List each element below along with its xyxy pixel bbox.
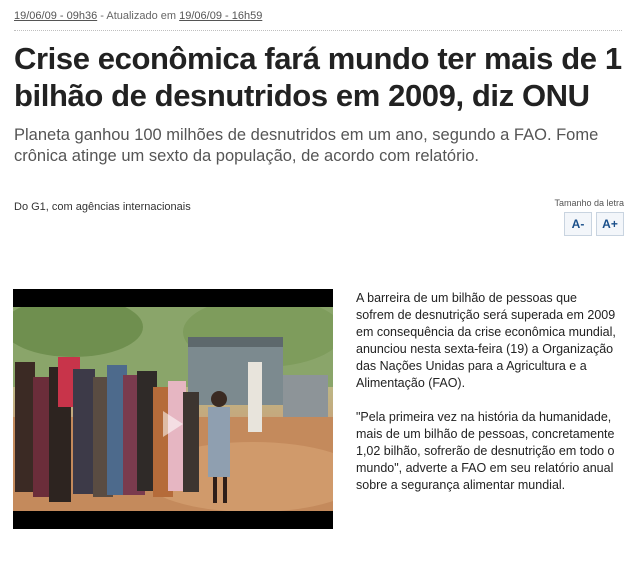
font-size-control: Tamanho da letra A- A+ <box>544 198 624 236</box>
article-paragraph-2: "Pela primeira vez na história da humani… <box>356 410 615 492</box>
video-thumbnail <box>13 307 333 511</box>
updated-label: Atualizado em <box>106 10 180 22</box>
article-meta: 19/06/09 - 09h36 - Atualizado em 19/06/0… <box>14 10 262 22</box>
font-size-label: Tamanho da letra <box>554 198 624 208</box>
play-icon[interactable] <box>163 411 183 437</box>
video-scene <box>13 307 333 511</box>
headline: Crise econômica fará mundo ter mais de 1… <box>14 41 622 113</box>
decrease-font-button[interactable]: A- <box>564 212 592 236</box>
meta-separator: - <box>97 10 107 22</box>
article-paragraph-1: A barreira de um bilhão de pessoas que s… <box>356 291 616 390</box>
article-body: A barreira de um bilhão de pessoas que s… <box>356 290 618 511</box>
updated-timestamp[interactable]: 19/06/09 - 16h59 <box>179 10 262 22</box>
subheadline: Planeta ganhou 100 milhões de desnutrido… <box>14 126 599 165</box>
byline: Do G1, com agências internacionais <box>14 201 191 213</box>
video-player[interactable] <box>13 289 333 529</box>
meta-divider <box>14 30 622 31</box>
increase-font-button[interactable]: A+ <box>596 212 624 236</box>
published-timestamp[interactable]: 19/06/09 - 09h36 <box>14 10 97 22</box>
